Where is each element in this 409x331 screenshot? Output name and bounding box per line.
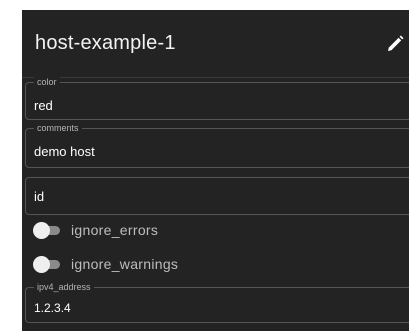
edit-button[interactable]	[385, 34, 405, 54]
switch-thumb	[33, 256, 50, 273]
host-detail-panel: host-example-1 color red comments demo h…	[22, 10, 409, 331]
ignore-errors-label: ignore_errors	[71, 222, 159, 238]
host-title: host-example-1	[35, 32, 176, 54]
comments-value: demo host	[34, 144, 95, 159]
ignore-warnings-switch[interactable]	[33, 256, 61, 274]
ipv4-address-label: ipv4_address	[34, 281, 94, 293]
ignore-warnings-toggle[interactable]: ignore_warnings	[33, 254, 333, 276]
color-label: color	[34, 76, 60, 88]
ignore-errors-toggle[interactable]: ignore_errors	[33, 220, 333, 242]
id-field[interactable]: id	[25, 177, 409, 215]
pencil-icon	[388, 35, 404, 51]
ipv4-address-field[interactable]: ipv4_address 1.2.3.4	[25, 281, 409, 323]
switch-thumb	[33, 222, 50, 239]
ipv4-address-value: 1.2.3.4	[34, 301, 71, 315]
color-field[interactable]: color red	[25, 76, 409, 120]
id-placeholder: id	[34, 189, 45, 204]
color-value: red	[34, 98, 53, 113]
ignore-warnings-label: ignore_warnings	[71, 256, 179, 272]
panel-header: host-example-1	[22, 10, 409, 78]
comments-label: comments	[34, 122, 82, 134]
ignore-errors-switch[interactable]	[33, 222, 61, 240]
comments-field[interactable]: comments demo host	[25, 122, 409, 168]
